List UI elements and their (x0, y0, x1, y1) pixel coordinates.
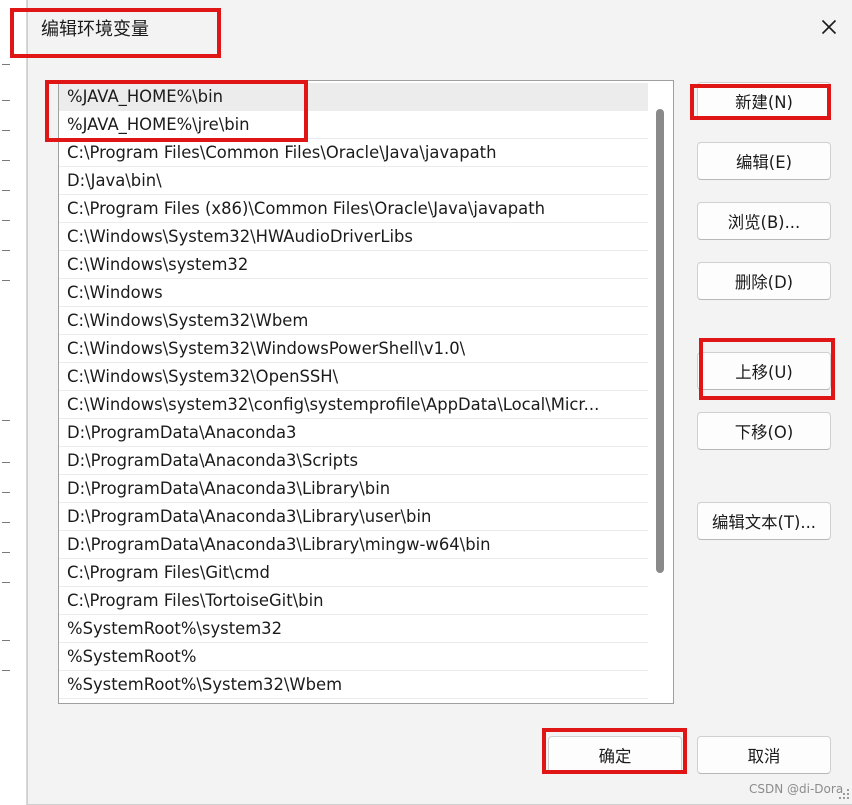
move-up-button[interactable]: 上移(U) (697, 352, 831, 390)
delete-button[interactable]: 删除(D) (697, 262, 831, 300)
list-item[interactable]: C:\Windows (59, 279, 648, 307)
edit-button[interactable]: 编辑(E) (697, 142, 831, 180)
list-item[interactable]: C:\Windows\system32 (59, 251, 648, 279)
list-item[interactable]: C:\Windows\System32\HWAudioDriverLibs (59, 223, 648, 251)
cancel-button[interactable]: 取消 (697, 736, 831, 774)
move-down-button[interactable]: 下移(O) (697, 412, 831, 450)
edit-env-variable-dialog: 编辑环境变量 %JAVA_HOME%\bin %JAVA_HOME%\jre\bi… (27, 0, 852, 805)
list-item[interactable]: %JAVA_HOME%\bin (59, 83, 648, 111)
path-list[interactable]: %JAVA_HOME%\bin %JAVA_HOME%\jre\bin C:\Pro… (58, 80, 674, 704)
list-item[interactable]: C:\Windows\System32\OpenSSH\ (59, 363, 648, 391)
list-item[interactable]: D:\ProgramData\Anaconda3 (59, 419, 648, 447)
list-item[interactable]: D:\ProgramData\Anaconda3\Library\user\bi… (59, 503, 648, 531)
scrollbar-thumb[interactable] (656, 109, 664, 573)
list-item[interactable]: C:\Program Files\Git\cmd (59, 559, 648, 587)
list-item[interactable]: C:\Windows\System32\WindowsPowerShell\v1… (59, 335, 648, 363)
list-item[interactable]: %SystemRoot%\system32 (59, 615, 648, 643)
resize-grip[interactable] (839, 789, 851, 801)
ok-button[interactable]: 确定 (548, 736, 682, 774)
list-item[interactable]: %JAVA_HOME%\jre\bin (59, 111, 648, 139)
browse-button[interactable]: 浏览(B)... (697, 202, 831, 240)
list-item[interactable]: D:\ProgramData\Anaconda3\Library\bin (59, 475, 648, 503)
close-button[interactable] (814, 12, 844, 42)
list-item[interactable]: C:\Windows\System32\Wbem (59, 307, 648, 335)
dialog-title: 编辑环境变量 (41, 19, 149, 40)
list-item[interactable]: %SystemRoot% (59, 643, 648, 671)
list-item[interactable]: D:\Java\bin\ (59, 167, 648, 195)
list-item[interactable]: %SystemRoot%\System32\Wbem (59, 671, 648, 699)
close-icon (821, 19, 837, 35)
list-item[interactable]: C:\Windows\system32\config\systemprofile… (59, 391, 648, 419)
csdn-watermark: CSDN @di-Dora (749, 782, 844, 796)
list-item[interactable]: D:\ProgramData\Anaconda3\Scripts (59, 447, 648, 475)
list-item[interactable]: C:\Program Files (x86)\Common Files\Orac… (59, 195, 648, 223)
edit-text-button[interactable]: 编辑文本(T)... (697, 502, 831, 540)
background-window (0, 0, 27, 805)
list-item[interactable]: D:\ProgramData\Anaconda3\Library\mingw-w… (59, 531, 648, 559)
vertical-scrollbar[interactable] (654, 83, 666, 701)
screenshot-root: 编辑环境变量 %JAVA_HOME%\bin %JAVA_HOME%\jre\bi… (0, 0, 852, 805)
list-item[interactable]: C:\Program Files\TortoiseGit\bin (59, 587, 648, 615)
new-button[interactable]: 新建(N) (697, 82, 831, 120)
list-item[interactable]: C:\Program Files\Common Files\Oracle\Jav… (59, 139, 648, 167)
